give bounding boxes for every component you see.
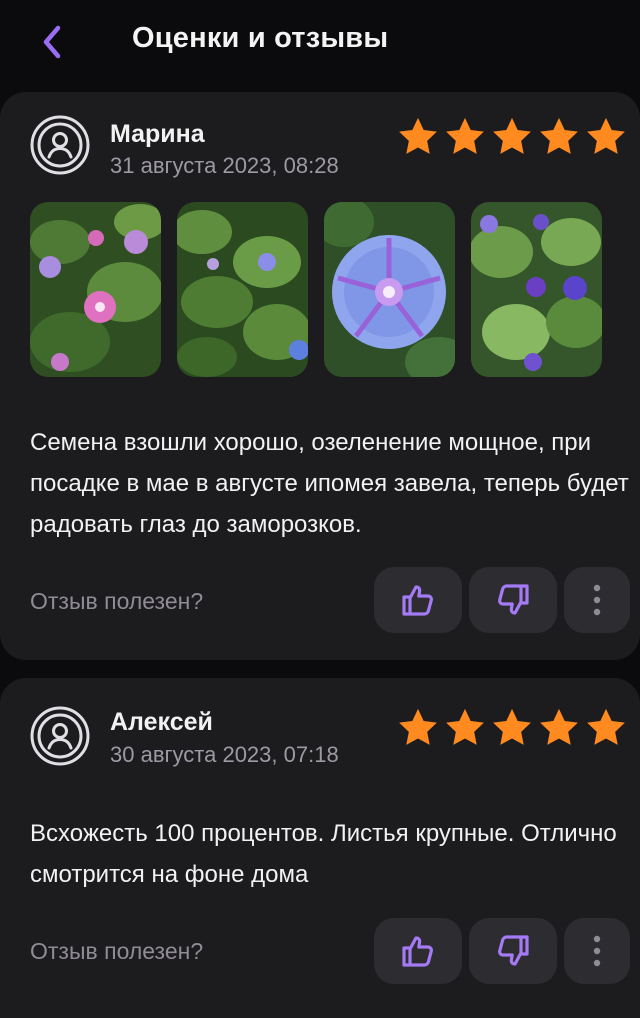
helpful-label: Отзыв полезен? <box>30 588 204 614</box>
review-photo[interactable] <box>30 202 161 377</box>
more-options-button[interactable] <box>564 567 630 633</box>
review-date: 30 августа 2023, 07:18 <box>110 742 339 767</box>
dislike-button[interactable] <box>469 567 557 633</box>
more-options-button[interactable] <box>564 918 630 984</box>
review-card: Алексей 30 августа 2023, 07:18 Всхожесть… <box>0 678 640 1018</box>
review-text: Всхожесть 100 процентов. Листья крупные.… <box>30 820 617 888</box>
page-title: Оценки и отзывы <box>132 22 389 54</box>
user-avatar-icon <box>30 115 90 175</box>
review-card: Марина 31 августа 2023, 08:28 Семена взо… <box>0 92 640 660</box>
thumbs-up-icon <box>398 580 438 620</box>
review-author: Марина <box>110 120 205 148</box>
review-photos <box>30 202 602 377</box>
review-text: Семена взошли хорошо, озеленение мощное,… <box>30 429 629 538</box>
thumbs-down-icon <box>493 580 533 620</box>
review-date: 31 августа 2023, 08:28 <box>110 153 339 178</box>
user-avatar-icon <box>30 706 90 766</box>
review-author: Алексей <box>110 708 213 736</box>
top-bar: Оценки и отзывы <box>0 0 640 88</box>
like-button[interactable] <box>374 918 462 984</box>
back-button[interactable] <box>30 20 74 64</box>
star-icon <box>443 115 487 159</box>
star-icon <box>584 706 628 750</box>
star-icon <box>490 706 534 750</box>
rating-stars <box>396 706 628 750</box>
dislike-button[interactable] <box>469 918 557 984</box>
star-icon <box>584 115 628 159</box>
more-vertical-icon <box>592 580 602 620</box>
more-vertical-icon <box>592 931 602 971</box>
like-button[interactable] <box>374 567 462 633</box>
star-icon <box>537 706 581 750</box>
star-icon <box>490 115 534 159</box>
thumbs-down-icon <box>493 931 533 971</box>
review-photo[interactable] <box>177 202 308 377</box>
star-icon <box>443 706 487 750</box>
thumbs-up-icon <box>398 931 438 971</box>
helpful-label: Отзыв полезен? <box>30 938 204 964</box>
review-photo[interactable] <box>324 202 455 377</box>
star-icon <box>396 706 440 750</box>
review-photo[interactable] <box>471 202 602 377</box>
star-icon <box>396 115 440 159</box>
rating-stars <box>396 115 628 159</box>
chevron-left-icon <box>43 25 61 59</box>
star-icon <box>537 115 581 159</box>
